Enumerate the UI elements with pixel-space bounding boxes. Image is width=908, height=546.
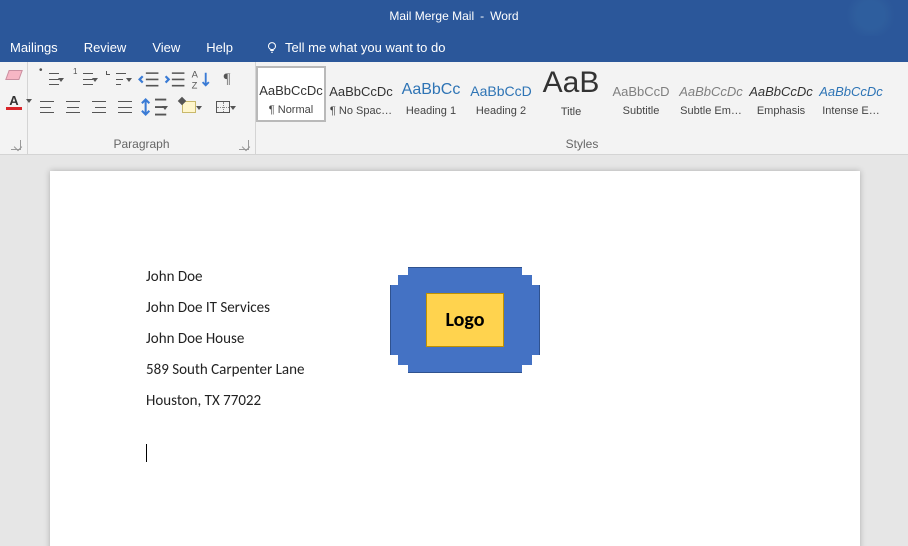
style-sample: AaBbCcDc [819,73,883,99]
style-tile-emphasis[interactable]: AaBbCcDc Emphasis [746,66,816,122]
style-tile-subtle-em-[interactable]: AaBbCcDc Subtle Em… [676,66,746,122]
style-tile--normal[interactable]: AaBbCcDc ¶ Normal [256,66,326,122]
group-label-paragraph: Paragraph [113,137,169,151]
svg-text:Z: Z [192,79,198,90]
chevron-down-icon [92,78,98,82]
group-label-styles: Styles [566,137,599,151]
style-tile-intense-e-[interactable]: AaBbCcDc Intense E… [816,66,886,122]
tab-help[interactable]: Help [206,40,233,55]
decrease-indent-button[interactable] [138,68,160,90]
text-cursor [146,444,147,462]
align-left-button[interactable] [36,96,58,118]
align-center-button[interactable] [62,96,84,118]
show-hide-pilcrow-button[interactable]: ¶ [216,68,238,90]
align-justify-button[interactable] [114,96,136,118]
tell-me-label: Tell me what you want to do [285,40,445,55]
style-sample: AaBbCc [402,73,461,99]
style-name: Subtle Em… [680,105,742,117]
document-page[interactable]: John DoeJohn Doe IT ServicesJohn Doe Hou… [50,171,860,546]
tab-mailings[interactable]: Mailings [10,40,58,55]
style-sample: AaBbCcDc [259,74,323,98]
title-doc: Mail Merge Mail [389,9,474,23]
style-name: Subtitle [623,105,660,117]
style-name: Title [561,106,581,118]
style-tile-heading-1[interactable]: AaBbCc Heading 1 [396,66,466,122]
multilevel-list-button[interactable] [104,68,134,90]
style-tile-heading-2[interactable]: AaBbCcD Heading 2 [466,66,536,122]
style-sample: AaBbCcDc [749,73,813,99]
dialog-launcher-icon[interactable] [11,140,21,150]
styles-gallery: AaBbCcDc¶ NormalAaBbCcDc¶ No Spac…AaBbCc… [256,62,908,135]
numbering-button[interactable] [70,68,100,90]
style-tile-title[interactable]: AaB Title [536,66,606,122]
dialog-launcher-icon[interactable] [239,140,249,150]
style-name: Heading 2 [476,105,526,117]
lightbulb-icon [265,40,279,54]
style-sample: AaBbCcD [470,73,531,99]
tab-view[interactable]: View [152,40,180,55]
logo-textbox[interactable]: Logo [426,293,504,347]
sort-button[interactable]: AZ [190,68,212,90]
style-name: Intense E… [822,105,879,117]
address-line[interactable]: Houston, TX 77022 [146,391,800,412]
menubar: Mailings Review View Help Tell me what y… [0,32,908,62]
font-color-button[interactable]: A [6,94,22,110]
borders-button[interactable] [208,96,238,118]
style-name: ¶ Normal [269,104,313,116]
font-color-A: A [9,93,18,108]
style-sample: AaBbCcD [612,73,669,99]
style-name: Heading 1 [406,105,456,117]
logo-shape[interactable]: Logo [390,267,540,373]
style-name: Emphasis [757,105,805,117]
style-tile-subtitle[interactable]: AaBbCcD Subtitle [606,66,676,122]
style-sample: AaB [543,72,600,100]
style-name: ¶ No Spac… [330,105,392,117]
ribbon: A [0,62,908,155]
tell-me-search[interactable]: Tell me what you want to do [265,40,445,55]
chevron-down-icon [162,106,168,110]
chevron-down-icon [196,106,202,110]
style-tile--no-spac-[interactable]: AaBbCcDc ¶ No Spac… [326,66,396,122]
title-sep: - [480,9,484,23]
increase-indent-button[interactable] [164,68,186,90]
chevron-down-icon [58,78,64,82]
account-icon[interactable] [843,0,898,36]
shading-button[interactable] [174,96,204,118]
plaque-shape: Logo [390,267,540,373]
tab-review[interactable]: Review [84,40,127,55]
chevron-down-icon [230,106,236,110]
bullets-button[interactable] [36,68,66,90]
chevron-down-icon [126,78,132,82]
style-sample: AaBbCcDc [679,73,743,99]
logo-text: Logo [446,308,485,332]
workspace[interactable]: John DoeJohn Doe IT ServicesJohn Doe Hou… [0,155,908,546]
style-sample: AaBbCcDc [329,73,393,99]
line-spacing-button[interactable] [140,96,170,118]
svg-text:A: A [192,68,199,79]
clear-formatting-icon[interactable] [5,68,23,82]
title-app: Word [490,9,518,23]
align-right-button[interactable] [88,96,110,118]
titlebar: Mail Merge Mail - Word [0,0,908,32]
